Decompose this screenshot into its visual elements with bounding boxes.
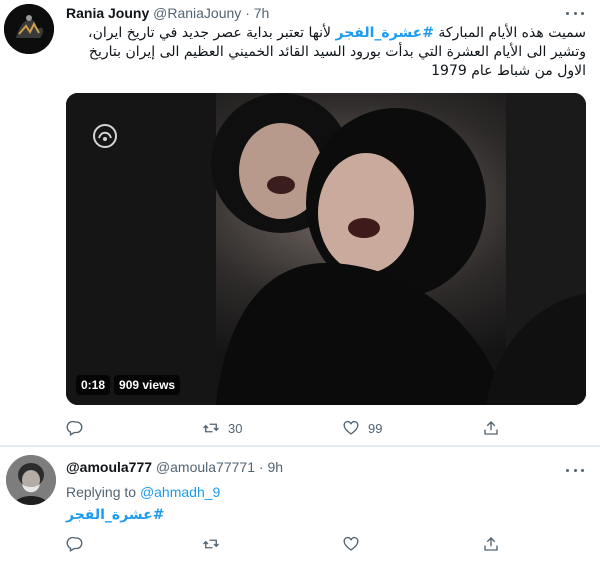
- separator-dot: ·: [245, 5, 250, 21]
- share-button[interactable]: [482, 418, 500, 438]
- retweet-icon: [203, 423, 219, 433]
- like-button[interactable]: [342, 534, 368, 554]
- avatar[interactable]: [6, 455, 56, 505]
- timestamp[interactable]: 7h: [254, 5, 270, 21]
- hashtag-link[interactable]: #عشرة_الفجر: [336, 25, 434, 41]
- video-duration: 0:18: [76, 375, 111, 395]
- like-button[interactable]: 99: [342, 418, 382, 438]
- video-views: 909 views: [114, 375, 181, 395]
- tweet-header: @amoula777 @amoula77771 · 9h: [66, 459, 283, 475]
- display-name[interactable]: @amoula777: [66, 459, 152, 475]
- user-handle[interactable]: @amoula77771: [156, 459, 255, 475]
- reply-icon: [66, 536, 83, 552]
- video-info: 0:18 909 views: [76, 375, 181, 395]
- reply-button[interactable]: [66, 418, 92, 438]
- retweet-button[interactable]: [202, 534, 228, 554]
- reply-button[interactable]: [66, 534, 92, 554]
- tweet-text: سميت هذه الأيام المباركة #عشرة_الفجر لأن…: [66, 24, 586, 81]
- timestamp[interactable]: 9h: [267, 459, 283, 475]
- tweet-2[interactable]: @amoula777 @amoula77771 · 9h Replying to…: [0, 447, 600, 563]
- like-count: 99: [368, 420, 383, 436]
- retweet-icon: [203, 539, 219, 549]
- share-icon: [484, 537, 498, 551]
- channel-logo-icon: [90, 121, 120, 156]
- tweet-text-start: سميت هذه الأيام المباركة: [433, 25, 586, 41]
- user-handle[interactable]: @RaniaJouny: [153, 5, 241, 21]
- more-icon[interactable]: [566, 467, 584, 473]
- replying-to-handle[interactable]: @ahmadh_9: [140, 484, 220, 500]
- action-bar: 30 99: [66, 418, 516, 438]
- retweet-count: 30: [228, 420, 243, 436]
- video-thumbnail: [66, 93, 586, 405]
- action-bar: [66, 534, 516, 554]
- video-player[interactable]: 0:18 909 views: [66, 93, 586, 405]
- hashtag-link[interactable]: #عشرة_الفجر: [66, 507, 164, 523]
- display-name[interactable]: Rania Jouny: [66, 5, 149, 21]
- tweet-1[interactable]: Rania Jouny @RaniaJouny · 7h سميت هذه ال…: [0, 0, 600, 445]
- separator-dot: ·: [258, 459, 264, 475]
- replying-to: Replying to @ahmadh_9: [66, 484, 220, 500]
- like-icon: [343, 536, 359, 551]
- retweet-button[interactable]: 30: [202, 418, 242, 438]
- more-icon[interactable]: [566, 10, 584, 16]
- tweet-header: Rania Jouny @RaniaJouny · 7h: [66, 5, 269, 21]
- share-button[interactable]: [482, 534, 500, 554]
- avatar[interactable]: [4, 4, 54, 54]
- share-icon: [484, 421, 498, 435]
- reply-icon: [66, 420, 83, 436]
- like-icon: [343, 420, 359, 435]
- replying-to-label: Replying to: [66, 484, 137, 500]
